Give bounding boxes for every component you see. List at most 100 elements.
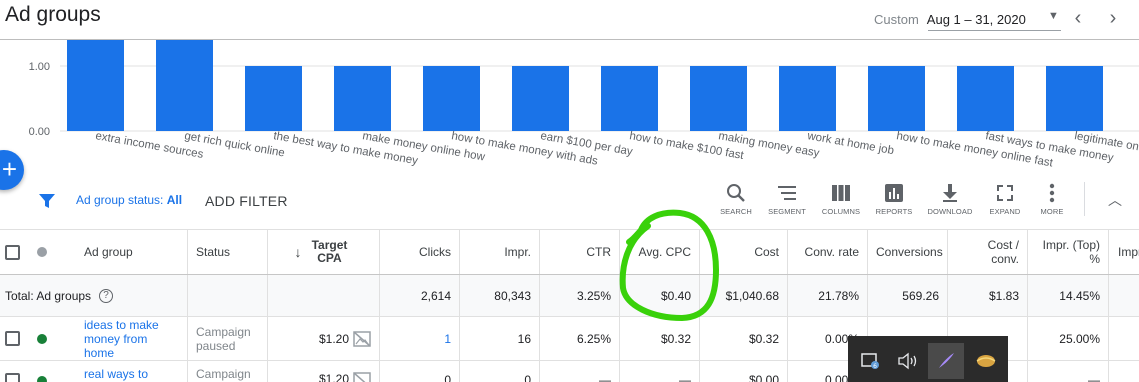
volume-icon[interactable] — [890, 343, 926, 379]
download-icon — [943, 184, 957, 202]
ad-group-link[interactable]: real ways to — [84, 367, 148, 381]
col-target-cpa[interactable]: ↓ Target CPA — [268, 230, 378, 274]
more-icon — [1049, 183, 1055, 203]
search-icon — [727, 184, 745, 202]
col-status[interactable]: Status — [196, 230, 266, 274]
target-cpa-cell[interactable]: $1.20 — [268, 361, 379, 382]
row-checkbox[interactable] — [0, 361, 24, 382]
ad-group-name-cell[interactable]: ideas to make money from home — [84, 317, 180, 360]
total-clicks: 2,614 — [420, 288, 451, 303]
date-range-picker[interactable]: Custom Aug 1 – 31, 2020 ▼ ‹ › — [874, 6, 1116, 32]
chart-bar[interactable] — [957, 66, 1014, 131]
col-avg-cpc[interactable]: Avg. CPC — [620, 230, 699, 274]
target-cpa-value: $1.20 — [318, 372, 349, 382]
columns-button[interactable]: COLUMNS — [816, 182, 866, 216]
col-impr[interactable]: Impr. — [460, 230, 539, 274]
chart-bar[interactable] — [690, 66, 747, 131]
col-conv-rate[interactable]: Conv. rate — [788, 230, 867, 274]
chart-bar[interactable] — [67, 40, 124, 131]
ad-group-name-cell[interactable]: real ways to — [84, 361, 180, 382]
dropdown-arrow-icon[interactable]: ▼ — [1048, 10, 1059, 22]
chart-bar[interactable] — [601, 66, 658, 131]
segment-icon — [778, 186, 796, 200]
expand-label: EXPAND — [989, 207, 1021, 216]
chart-bar[interactable] — [334, 66, 391, 131]
target-cpa-cell[interactable]: $1.20 — [268, 317, 379, 360]
col-cost-conv[interactable]: Cost / conv. — [948, 230, 1027, 274]
chevron-left-icon[interactable]: ‹ — [1068, 8, 1088, 30]
storage-app-icon[interactable] — [968, 343, 1004, 379]
download-label: DOWNLOAD — [927, 207, 973, 216]
chart-bar[interactable] — [245, 66, 302, 131]
reports-icon — [885, 184, 903, 202]
impr-cell: 0 — [524, 373, 531, 382]
select-all-checkbox[interactable] — [0, 230, 24, 274]
date-range-value[interactable]: Aug 1 – 31, 2020 — [927, 12, 1057, 27]
checkbox[interactable] — [4, 373, 20, 382]
bar-chart: 1.000.00 extra income sourcesget rich qui… — [29, 40, 1139, 170]
enabled-dot-icon — [37, 376, 47, 382]
chart-bar[interactable] — [868, 66, 925, 131]
add-filter-button[interactable]: ADD FILTER — [205, 193, 288, 209]
status-cell: Campaign — [196, 361, 264, 382]
help-icon[interactable]: ? — [99, 288, 114, 303]
row-status-dot[interactable] — [30, 317, 54, 360]
col-clicks[interactable]: Clicks — [380, 230, 459, 274]
filter-icon[interactable] — [38, 192, 56, 210]
status-text: Campaign paused — [196, 324, 251, 353]
impr-top-header: Impr. (Top) % — [1042, 238, 1100, 266]
performance-chart: 1.00 0.00 extra income sources get rich qui… — [0, 40, 1139, 173]
total-label: Total: Ad groups ? — [5, 275, 185, 316]
total-label-text: Total: Ad groups — [5, 288, 92, 303]
expand-button[interactable]: EXPAND — [980, 182, 1030, 216]
clicks-cell[interactable]: 1 — [380, 317, 459, 360]
col-impr-top[interactable]: Impr. (Top) % — [1028, 230, 1108, 274]
col-ad-group[interactable]: Ad group — [84, 230, 184, 274]
pen-workspace-icon[interactable] — [928, 343, 964, 379]
col-conversions[interactable]: Conversions — [876, 230, 946, 274]
download-button[interactable]: DOWNLOAD — [925, 182, 975, 216]
chart-bar[interactable] — [423, 66, 480, 131]
page-title: Ad groups — [5, 3, 101, 26]
chevron-up-icon[interactable]: ︿ — [1108, 190, 1122, 210]
col-ctr[interactable]: CTR — [540, 230, 619, 274]
impr-top-cell: — — [1088, 373, 1100, 382]
filter-status-value: All — [166, 193, 183, 207]
col-impr-abs[interactable]: Impr — [1118, 230, 1139, 274]
search-button[interactable]: SEARCH — [711, 182, 761, 216]
chart-bar[interactable] — [156, 40, 213, 131]
checkbox[interactable] — [4, 331, 20, 346]
columns-icon — [832, 185, 850, 201]
tray-app-icon[interactable]: 6 — [852, 343, 888, 379]
ad-group-link[interactable]: ideas to make money from home — [84, 318, 180, 360]
avg-cpc-cell: $0.32 — [660, 331, 691, 346]
chevron-right-icon[interactable]: › — [1103, 8, 1123, 30]
ctr-cell: 6.25% — [576, 331, 611, 346]
ad-group-status-filter[interactable]: Ad group status: All — [76, 193, 182, 207]
total-row: Total: Ad groups ? 2,614 80,343 3.25% $0… — [0, 275, 1139, 317]
total-cost: $1,040.68 — [725, 288, 779, 303]
total-cost-conv: $1.83 — [988, 288, 1019, 303]
status-dot-header — [30, 230, 54, 274]
segment-label: SEGMENT — [768, 207, 806, 216]
enabled-dot-icon — [37, 333, 47, 344]
chart-bar[interactable] — [779, 66, 836, 131]
reports-button[interactable]: REPORTS — [869, 182, 919, 216]
more-button[interactable]: MORE — [1027, 182, 1077, 216]
impr-top-cell: 25.00% — [1059, 331, 1100, 346]
toolbar-divider — [1084, 182, 1085, 216]
col-cost[interactable]: Cost — [700, 230, 787, 274]
ctr-cell: — — [599, 373, 611, 382]
chart-bar[interactable] — [512, 66, 569, 131]
checkbox[interactable] — [4, 244, 20, 260]
chart-bar[interactable] — [1046, 66, 1103, 131]
row-checkbox[interactable] — [0, 317, 24, 360]
total-conversions: 569.26 — [902, 288, 939, 303]
total-impr: 80,343 — [494, 288, 531, 303]
row-status-dot[interactable] — [30, 361, 54, 382]
segment-button[interactable]: SEGMENT — [762, 182, 812, 216]
y-tick-label: 1.00 — [29, 61, 50, 73]
columns-label: COLUMNS — [821, 207, 861, 216]
target-cpa-header: Target CPA — [311, 238, 348, 265]
filter-toolbar: Ad group status: All ADD FILTER SEARCH S… — [0, 178, 1139, 228]
